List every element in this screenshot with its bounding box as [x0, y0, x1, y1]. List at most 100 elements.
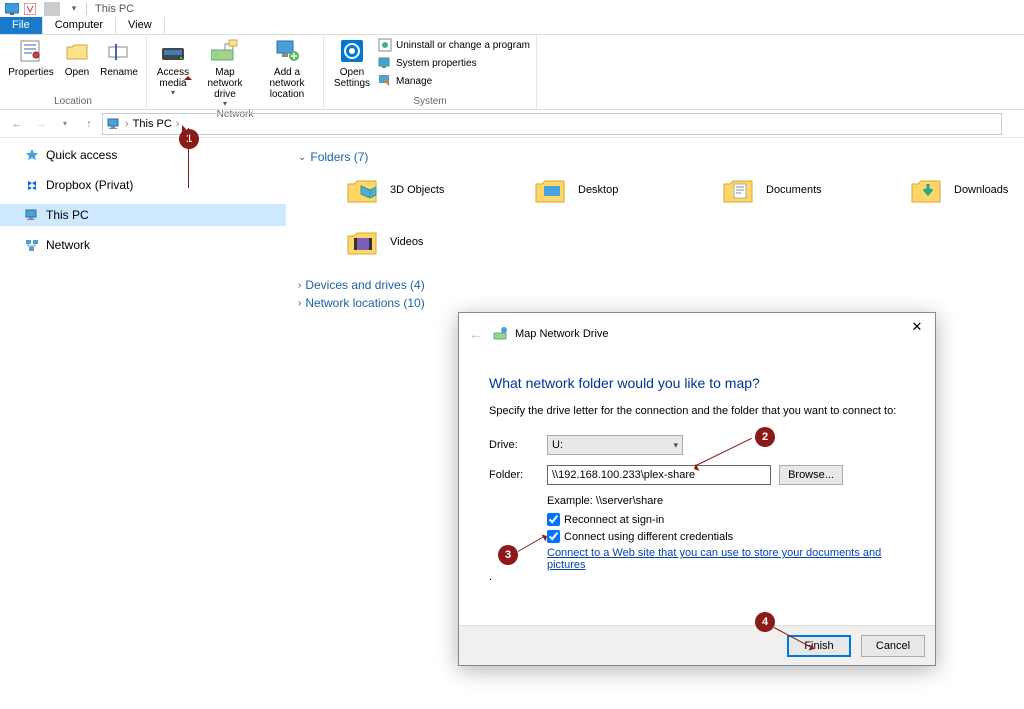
annotation-badge-3: 3 — [498, 545, 518, 565]
close-button[interactable]: ✕ — [905, 317, 929, 337]
folders-header-label: Folders (7) — [310, 150, 368, 164]
uninstall-label: Uninstall or change a program — [396, 40, 530, 51]
open-settings-button[interactable]: Open Settings — [330, 37, 374, 91]
folder-desktop[interactable]: Desktop — [530, 168, 710, 212]
reconnect-checkbox[interactable] — [547, 513, 560, 526]
folder-documents[interactable]: Documents — [718, 168, 898, 212]
folder-label: Documents — [766, 184, 822, 196]
folders-section-header[interactable]: ⌄ Folders (7) — [298, 150, 1012, 164]
dialog-footer: Finish Cancel — [459, 625, 935, 665]
address-box[interactable]: › This PC › — [102, 113, 1002, 135]
separator — [44, 2, 60, 16]
recent-dropdown[interactable]: ▾ — [54, 113, 76, 135]
rename-icon — [105, 37, 133, 65]
uninstall-icon — [378, 38, 392, 52]
folder-input[interactable] — [547, 465, 771, 485]
uninstall-button[interactable]: Uninstall or change a program — [378, 37, 530, 53]
map-drive-label: Map network drive — [197, 67, 253, 100]
folder-icon — [910, 172, 946, 208]
reconnect-label: Reconnect at sign-in — [564, 514, 664, 526]
address-bar: ← → ▾ ↑ › This PC › — [0, 110, 1024, 138]
folder-3d-objects[interactable]: 3D Objects — [342, 168, 522, 212]
ribbon-tabs: File Computer View — [0, 17, 1024, 35]
open-settings-label: Open Settings — [330, 67, 374, 89]
properties-label: Properties — [8, 67, 54, 78]
drive-dialog-icon — [493, 326, 509, 342]
qat-save-icon[interactable] — [22, 2, 38, 16]
open-button[interactable]: Open — [60, 37, 94, 78]
back-button[interactable]: ← — [6, 113, 28, 135]
chevron-down-icon: ⌄ — [298, 152, 306, 163]
dialog-title: Map Network Drive — [515, 328, 609, 340]
network-locations-section-header[interactable]: › Network locations (10) — [298, 296, 1012, 310]
breadcrumb-thispc[interactable]: This PC — [133, 118, 172, 130]
sidebar-label: Quick access — [46, 148, 117, 162]
drive-select[interactable]: U: ▾ — [547, 435, 683, 455]
sidebar-label: Network — [46, 238, 90, 252]
rename-label: Rename — [100, 67, 138, 78]
tab-view[interactable]: View — [116, 17, 165, 34]
navigation-sidebar: Quick access Dropbox (Privat) This PC Ne… — [0, 138, 286, 708]
separator — [86, 3, 87, 15]
sidebar-item-quick-access[interactable]: Quick access — [0, 144, 286, 166]
folder-videos[interactable]: Videos — [342, 220, 522, 264]
sidebar-item-thispc[interactable]: This PC — [0, 204, 286, 226]
tab-file[interactable]: File — [0, 17, 43, 34]
chevron-down-icon: ▾ — [673, 440, 678, 451]
folder-label: 3D Objects — [390, 184, 444, 196]
folder-icon — [722, 172, 758, 208]
map-network-drive-button[interactable]: Map network drive ▾ — [197, 37, 253, 109]
browse-button[interactable]: Browse... — [779, 465, 843, 485]
annotation-badge-2: 2 — [755, 427, 775, 447]
dialog-body: What network folder would you like to ma… — [459, 355, 935, 625]
settings-icon — [338, 37, 366, 65]
web-site-link[interactable]: Connect to a Web site that you can use t… — [547, 547, 905, 571]
system-properties-button[interactable]: System properties — [378, 55, 530, 71]
dialog-header: ← Map Network Drive ✕ — [459, 313, 935, 355]
open-label: Open — [65, 67, 89, 78]
devices-section-header[interactable]: › Devices and drives (4) — [298, 278, 1012, 292]
up-button[interactable]: ↑ — [78, 113, 100, 135]
folder-icon — [346, 224, 382, 260]
annotation-badge-4: 4 — [755, 612, 775, 632]
folder-downloads[interactable]: Downloads — [906, 168, 996, 212]
folder-icon — [346, 172, 382, 208]
chevron-right-icon: › — [298, 280, 301, 291]
title-bar: ▾ This PC — [0, 0, 1024, 17]
properties-button[interactable]: Properties — [6, 37, 56, 78]
sidebar-item-dropbox[interactable]: Dropbox (Privat) — [0, 174, 286, 196]
app-icon — [4, 2, 20, 16]
forward-button[interactable]: → — [30, 113, 52, 135]
dialog-heading: What network folder would you like to ma… — [489, 375, 905, 391]
cancel-button[interactable]: Cancel — [861, 635, 925, 657]
thispc-icon — [24, 207, 40, 223]
manage-button[interactable]: Manage — [378, 73, 530, 89]
add-location-icon — [273, 37, 301, 65]
network-icon — [24, 237, 40, 253]
tab-computer[interactable]: Computer — [43, 17, 116, 34]
dialog-back-button[interactable]: ← — [469, 326, 483, 342]
qat-dropdown-icon[interactable]: ▾ — [66, 2, 82, 16]
finish-button[interactable]: Finish — [787, 635, 851, 657]
folder-icon — [534, 172, 570, 208]
group-location-label: Location — [6, 96, 140, 109]
map-network-drive-dialog: ← Map Network Drive ✕ What network folde… — [458, 312, 936, 666]
dialog-instruction: Specify the drive letter for the connect… — [489, 405, 905, 417]
thispc-icon — [107, 117, 121, 131]
diff-creds-label: Connect using different credentials — [564, 531, 733, 543]
group-system-label: System — [330, 96, 530, 109]
sidebar-item-network[interactable]: Network — [0, 234, 286, 256]
add-network-location-button[interactable]: Add a network location — [257, 37, 317, 109]
chevron-right-icon: › — [298, 298, 301, 309]
rename-button[interactable]: Rename — [98, 37, 140, 78]
folder-label: Folder: — [489, 469, 539, 481]
quick-access-icon — [24, 147, 40, 163]
window-title: This PC — [95, 3, 134, 15]
netloc-header-label: Network locations (10) — [305, 296, 424, 310]
add-location-label: Add a network location — [257, 67, 317, 100]
sysprops-label: System properties — [396, 58, 477, 69]
media-icon — [159, 37, 187, 65]
sidebar-label: Dropbox (Privat) — [46, 178, 133, 192]
sysprops-icon — [378, 56, 392, 70]
manage-label: Manage — [396, 76, 432, 87]
